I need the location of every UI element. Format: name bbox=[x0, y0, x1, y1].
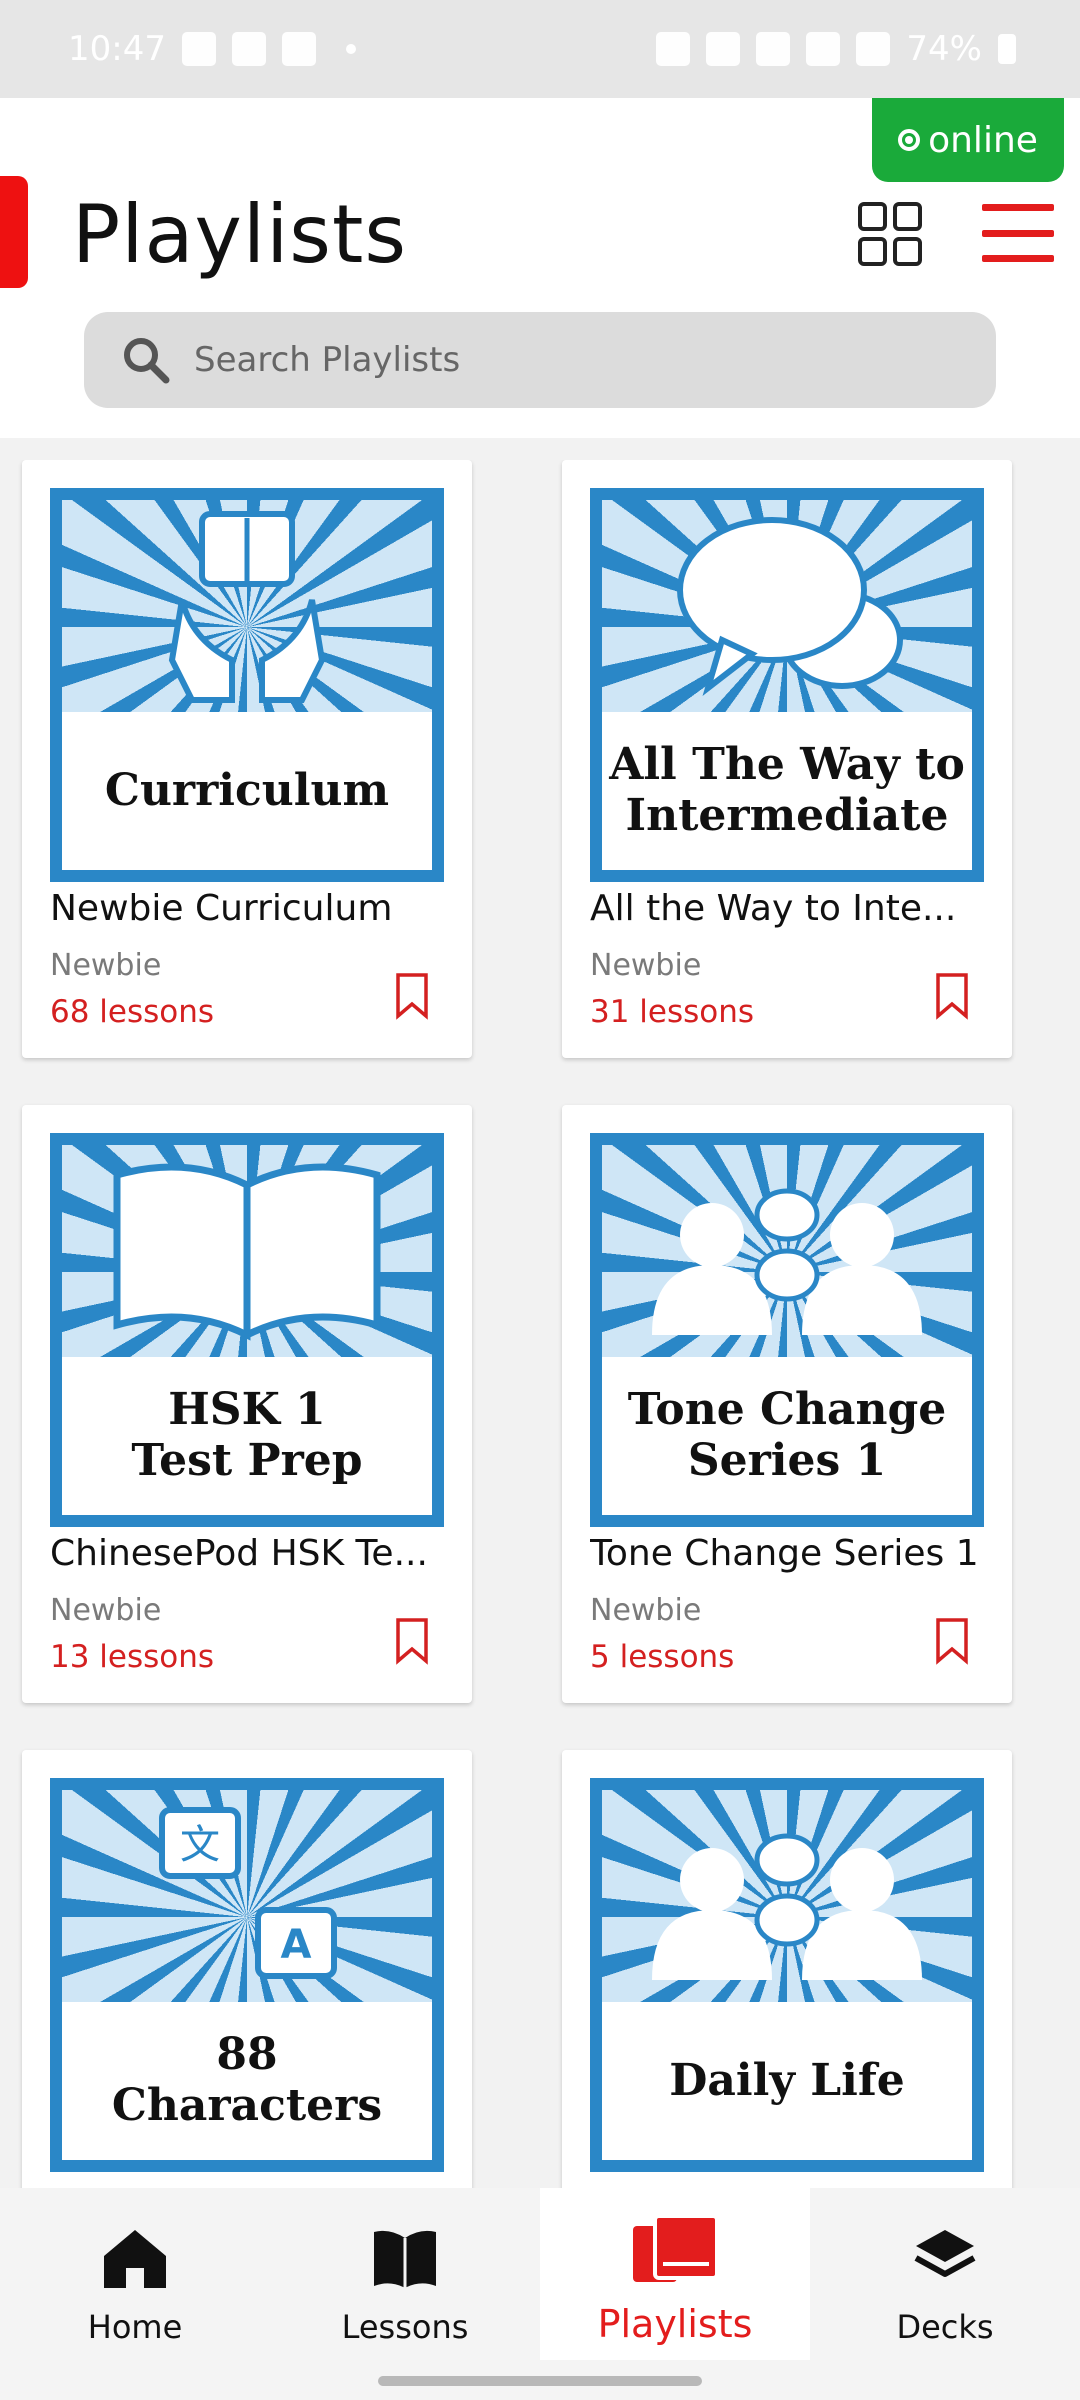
nav-home[interactable]: Home bbox=[0, 2188, 270, 2360]
hamburger-menu-button[interactable] bbox=[982, 204, 1054, 262]
hands-book-icon bbox=[168, 511, 326, 703]
playlist-level: Newbie bbox=[50, 1593, 162, 1628]
side-drawer-tab[interactable] bbox=[0, 176, 28, 288]
search-input[interactable] bbox=[192, 339, 896, 381]
nav-lessons[interactable]: Lessons bbox=[270, 2188, 540, 2360]
speech-bubbles-icon bbox=[677, 517, 903, 697]
playlist-grid: Curriculum Newbie Curriculum Newbie 68 l… bbox=[0, 460, 1080, 2190]
bookmark-icon[interactable] bbox=[394, 1617, 430, 1665]
playlist-thumbnail: Curriculum bbox=[50, 488, 444, 882]
playlist-lesson-count: 13 lessons bbox=[50, 1639, 215, 1675]
playlist-card[interactable]: Tone Change Series 1 Tone Change Series … bbox=[562, 1105, 1012, 1703]
bookmark-icon[interactable] bbox=[394, 972, 430, 1020]
playlist-card[interactable]: 文 A 88 Characters bbox=[22, 1750, 472, 2190]
playlist-title: Newbie Curriculum bbox=[50, 888, 393, 929]
playlist-thumbnail: 文 A 88 Characters bbox=[50, 1778, 444, 2172]
bottom-navigation: Home Lessons Playlists Decks bbox=[0, 2188, 1080, 2400]
playlist-lesson-count: 31 lessons bbox=[590, 994, 755, 1030]
nav-label: Lessons bbox=[341, 2308, 469, 2346]
thumbnail-label: Daily Life bbox=[602, 2002, 972, 2160]
playlist-card[interactable]: All The Way to Intermediate All the Way … bbox=[562, 460, 1012, 1058]
thumbnail-label: HSK 1 Test Prep bbox=[62, 1357, 432, 1515]
bookmark-icon[interactable] bbox=[934, 972, 970, 1020]
status-bar: 10:47 74% bbox=[0, 0, 1080, 98]
playlists-icon bbox=[633, 2214, 719, 2282]
search-icon bbox=[124, 338, 170, 384]
online-dot-icon bbox=[898, 129, 921, 151]
nav-playlists[interactable]: Playlists bbox=[540, 2188, 810, 2360]
home-icon bbox=[104, 2230, 166, 2288]
two-people-talking-icon bbox=[652, 1188, 922, 1335]
playlist-card[interactable]: Daily Life bbox=[562, 1750, 1012, 2190]
playlist-title: Tone Change Series 1 bbox=[590, 1533, 979, 1574]
playlist-card[interactable]: HSK 1 Test Prep ChinesePod HSK Te... New… bbox=[22, 1105, 472, 1703]
playlist-lesson-count: 5 lessons bbox=[590, 1639, 735, 1675]
mute-icon bbox=[756, 32, 791, 66]
wifi-icon bbox=[806, 32, 841, 66]
playlist-thumbnail: HSK 1 Test Prep bbox=[50, 1133, 444, 1527]
alarm-icon bbox=[706, 32, 741, 66]
page-title: Playlists bbox=[72, 188, 408, 281]
bookmark-icon[interactable] bbox=[934, 1617, 970, 1665]
signal-icon bbox=[856, 32, 891, 66]
nav-decks[interactable]: Decks bbox=[810, 2188, 1080, 2360]
lock-icon bbox=[656, 32, 691, 66]
svg-text:A: A bbox=[281, 1922, 312, 1968]
nav-label: Decks bbox=[896, 2308, 994, 2346]
playlist-title: ChinesePod HSK Te... bbox=[50, 1533, 428, 1574]
playlist-level: Newbie bbox=[50, 948, 162, 983]
playlist-level: Newbie bbox=[590, 948, 702, 983]
search-bar[interactable] bbox=[84, 312, 996, 408]
nav-label: Home bbox=[87, 2308, 183, 2346]
playlist-title: All the Way to Inte... bbox=[590, 888, 957, 929]
thumbnail-label: All The Way to Intermediate bbox=[602, 712, 972, 870]
grid-view-button[interactable] bbox=[858, 202, 922, 266]
thumbnail-label: Curriculum bbox=[62, 712, 432, 870]
app-s-icon bbox=[231, 32, 266, 66]
playlist-thumbnail: All The Way to Intermediate bbox=[590, 488, 984, 882]
header: online Playlists bbox=[0, 98, 1080, 438]
two-people-chat-icon bbox=[652, 1833, 922, 1980]
open-book-icon bbox=[113, 1163, 381, 1341]
gallery-icon bbox=[181, 32, 216, 66]
svg-text:文: 文 bbox=[180, 1822, 220, 1868]
translate-icon: 文 A bbox=[159, 1807, 337, 1979]
book-icon bbox=[374, 2230, 436, 2288]
battery-icon bbox=[998, 34, 1016, 64]
online-label: online bbox=[928, 119, 1038, 161]
layers-icon bbox=[914, 2230, 976, 2277]
notification-dot-icon bbox=[345, 44, 356, 54]
battery-percent: 74% bbox=[906, 29, 982, 69]
playlist-lesson-count: 68 lessons bbox=[50, 994, 215, 1030]
shopping-bag-icon bbox=[281, 32, 316, 66]
playlist-thumbnail: Daily Life bbox=[590, 1778, 984, 2172]
playlist-card[interactable]: Curriculum Newbie Curriculum Newbie 68 l… bbox=[22, 460, 472, 1058]
online-status-badge: online bbox=[872, 98, 1064, 182]
status-time: 10:47 bbox=[68, 29, 166, 69]
playlist-thumbnail: Tone Change Series 1 bbox=[590, 1133, 984, 1527]
thumbnail-label: 88 Characters bbox=[62, 2002, 432, 2160]
home-indicator[interactable] bbox=[378, 2376, 702, 2386]
thumbnail-label: Tone Change Series 1 bbox=[602, 1357, 972, 1515]
nav-label: Playlists bbox=[597, 2302, 753, 2346]
playlist-level: Newbie bbox=[590, 1593, 702, 1628]
